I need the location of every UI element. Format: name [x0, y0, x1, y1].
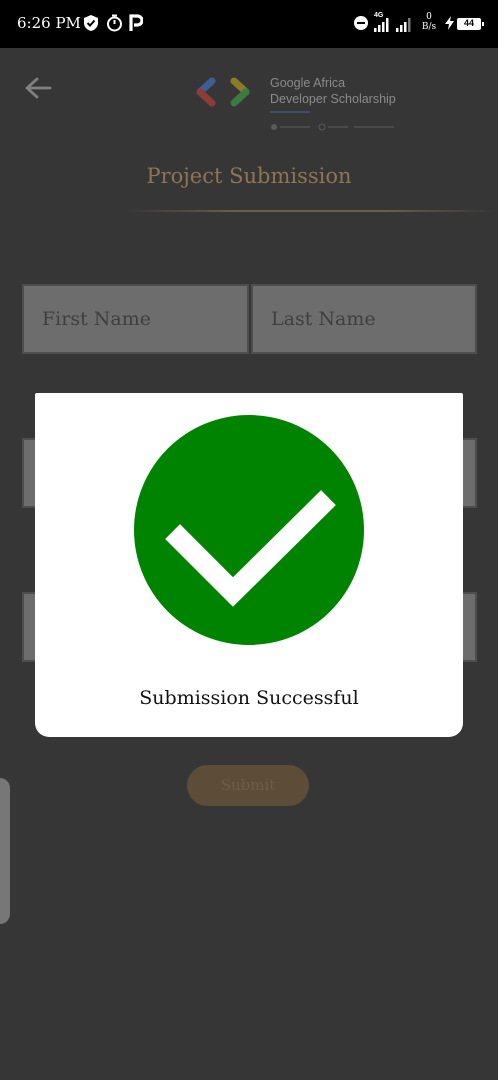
dialog-message: Submission Successful — [139, 687, 359, 709]
code-brackets-logo-icon — [196, 77, 250, 107]
signal-icon — [374, 18, 390, 37]
partner-logos — [270, 123, 398, 133]
dnd-icon — [354, 16, 368, 35]
page-title: Project Submission — [146, 164, 352, 188]
gads-logo: Google Africa Developer Scholarship — [196, 75, 406, 135]
logo-text: Google Africa Developer Scholarship — [270, 75, 396, 107]
status-time: 6:26 PM — [17, 14, 81, 32]
last-name-field[interactable]: Last Name — [251, 284, 477, 354]
first-name-placeholder: First Name — [42, 308, 151, 330]
last-name-placeholder: Last Name — [271, 308, 376, 330]
shield-check-icon — [83, 14, 99, 37]
p-app-icon — [129, 14, 144, 37]
signal-icon — [396, 18, 412, 37]
battery-icon: 44 — [457, 18, 484, 30]
net-speed-unit: B/s — [421, 22, 437, 32]
check-circle-icon — [133, 414, 365, 651]
charging-icon — [445, 16, 454, 35]
net-speed-value: 0 — [426, 12, 432, 22]
arrow-left-icon[interactable] — [24, 76, 52, 105]
status-bar: 6:26 PM 4G 0 B/s 44 — [0, 0, 498, 48]
timer-icon — [106, 14, 123, 37]
title-divider — [124, 210, 498, 212]
net-speed: 0 B/s — [418, 12, 440, 32]
edge-panel-handle[interactable] — [0, 778, 10, 924]
first-name-field[interactable]: First Name — [22, 284, 249, 354]
logo-line2: Developer Scholarship — [270, 92, 396, 106]
submit-button[interactable]: Submit — [187, 765, 309, 806]
logo-line1: Google Africa — [270, 76, 346, 90]
logo-underline — [270, 111, 310, 113]
success-dialog: Submission Successful — [35, 393, 463, 737]
